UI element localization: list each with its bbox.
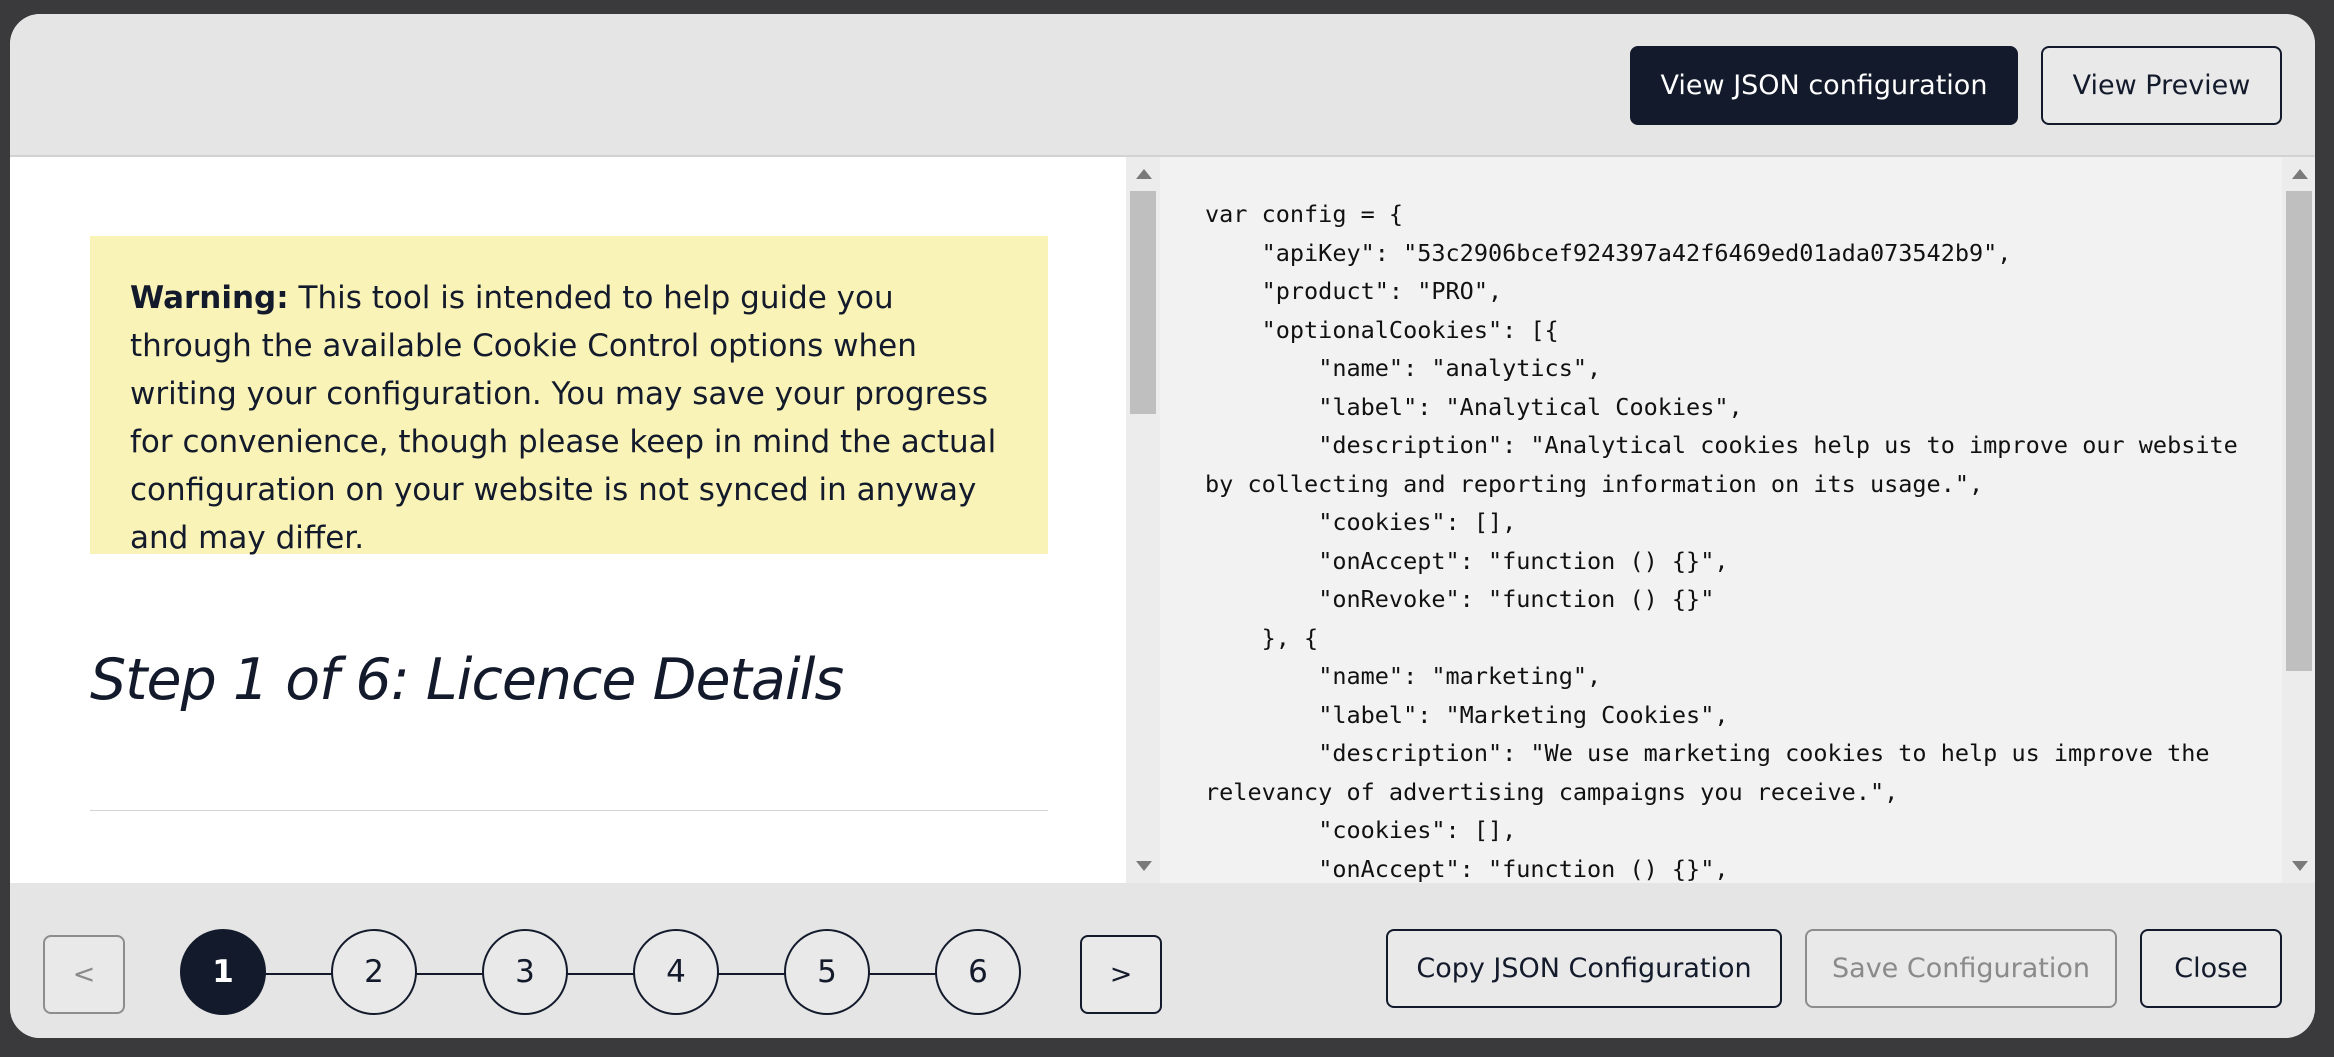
step-2[interactable]: 2 — [331, 929, 417, 1015]
copy-json-button[interactable]: Copy JSON Configuration — [1386, 929, 1782, 1008]
view-preview-button[interactable]: View Preview — [2041, 46, 2282, 125]
scroll-down-arrow-icon[interactable] — [1136, 861, 1152, 871]
json-code: var config = { "apiKey": "53c2906bcef924… — [1205, 200, 2238, 883]
form-scrollbar[interactable] — [1126, 157, 1160, 883]
code-scrollbar[interactable] — [2282, 157, 2315, 883]
step-5[interactable]: 5 — [784, 929, 870, 1015]
form-panel: Warning: This tool is intended to help g… — [10, 157, 1126, 883]
warning-box: Warning: This tool is intended to help g… — [90, 236, 1048, 556]
step-6[interactable]: 6 — [935, 929, 1021, 1015]
configuration-modal: View JSON configuration View Preview War… — [10, 14, 2315, 1038]
divider — [90, 810, 1048, 811]
scroll-up-arrow-icon[interactable] — [1136, 169, 1152, 179]
scroll-down-arrow-icon[interactable] — [2292, 861, 2308, 871]
step-4[interactable]: 4 — [633, 929, 719, 1015]
next-step-button[interactable]: > — [1080, 935, 1162, 1014]
scrollbar-thumb[interactable] — [2286, 191, 2312, 671]
close-button[interactable]: Close — [2140, 929, 2282, 1008]
json-code-panel: var config = { "apiKey": "53c2906bcef924… — [1160, 157, 2282, 883]
step-title: Step 1 of 6: Licence Details — [90, 647, 844, 713]
warning-text: This tool is intended to help guide you … — [130, 280, 997, 556]
warning-label: Warning: — [130, 280, 289, 316]
modal-footer: < 1 2 3 4 5 6 > Copy JSON Configuration … — [10, 883, 2315, 1038]
step-1[interactable]: 1 — [180, 929, 266, 1015]
view-json-button[interactable]: View JSON configuration — [1630, 46, 2018, 125]
step-3[interactable]: 3 — [482, 929, 568, 1015]
scroll-up-arrow-icon[interactable] — [2292, 169, 2308, 179]
save-configuration-button[interactable]: Save Configuration — [1805, 929, 2117, 1008]
scrollbar-thumb[interactable] — [1130, 191, 1156, 414]
modal-header: View JSON configuration View Preview — [10, 14, 2315, 157]
prev-step-button[interactable]: < — [43, 935, 125, 1014]
